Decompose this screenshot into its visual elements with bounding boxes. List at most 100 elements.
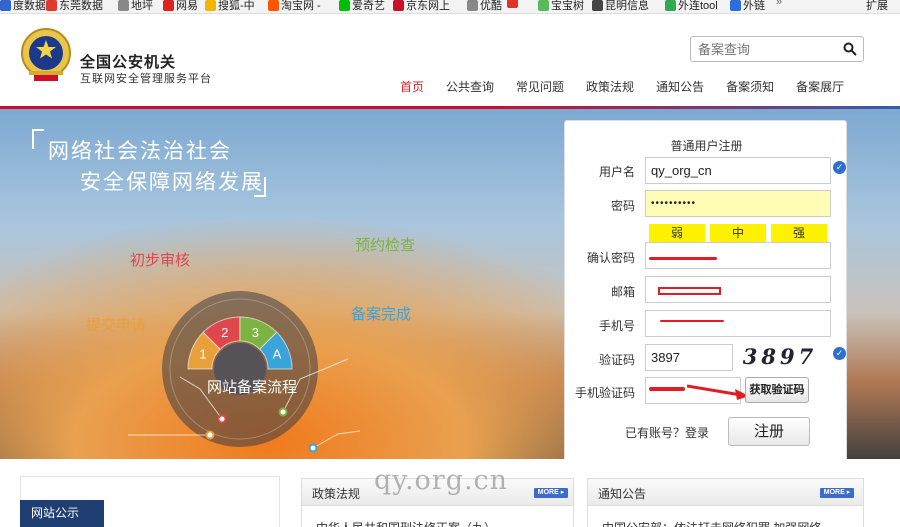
bookmarks-bar: 度数据 东莞数据 地坪 网易 搜狐-中 淘宝网 - 爱奇艺 京东网上 优酷 宝宝树 昆明信息 外连to… [0, 0, 900, 14]
policy-item[interactable]: 中华人民共和国刑法修正案（九） [316, 519, 566, 527]
bookmark-label: 爱奇艺 [352, 0, 385, 12]
bookmark-item[interactable]: 网易 [163, 0, 198, 13]
username-label: 用户名 [598, 165, 635, 179]
strength-medium: 中 [710, 224, 766, 242]
policy-more-button[interactable]: MORE ▸ [534, 488, 568, 498]
bookmark-label: 优酷 [480, 0, 502, 12]
main-nav: 首页 公共查询 常见问题 政策法规 通知公告 备案须知 备案展厅 [400, 78, 866, 95]
nav-home[interactable]: 首页 [400, 78, 424, 95]
flow-leader-dot [205, 430, 215, 440]
username-valid-icon: ✓ [833, 161, 846, 174]
flow-stage-label: 备案完成 [351, 306, 412, 323]
strength-weak: 弱 [649, 224, 705, 242]
redacted-mark [649, 257, 717, 260]
bookmark-favicon-icon [205, 0, 216, 11]
bookmark-label: 淘宝网 - [281, 0, 321, 12]
bookmark-label: 度数据 [13, 0, 46, 12]
notice-title: 通知公告 [598, 487, 647, 501]
bookmark-favicon-icon [268, 0, 279, 11]
search-input[interactable] [691, 37, 831, 61]
redacted-mark [649, 387, 685, 391]
record-search-box[interactable] [690, 36, 864, 62]
bookmarks-overflow-icon[interactable]: » [776, 0, 782, 8]
phone-label: 手机号 [598, 319, 635, 333]
register-button[interactable]: 注册 [728, 417, 810, 446]
bookmark-item[interactable] [507, 0, 520, 8]
notice-more-button[interactable]: MORE ▸ [820, 488, 854, 498]
flow-stage-number: 3 [252, 325, 259, 340]
nav-faq[interactable]: 常见问题 [516, 78, 564, 95]
bookmark-item[interactable]: 外链 [730, 0, 765, 13]
email-label: 邮箱 [610, 285, 635, 299]
flow-leader-dot [217, 414, 227, 424]
extensions-button[interactable]: 扩展 [866, 0, 888, 13]
nav-notices[interactable]: 通知公告 [656, 78, 704, 95]
bookmark-item[interactable]: 宝宝树 [538, 0, 584, 13]
site-header: 全国公安机关 互联网安全管理服务平台 首页 公共查询 常见问题 政策法规 通知公… [0, 14, 900, 106]
bookmark-item[interactable]: 淘宝网 - [268, 0, 321, 13]
register-title: 普通用户注册 [670, 139, 743, 153]
bookmark-label: 网易 [176, 0, 198, 12]
bookmark-label: 搜狐-中 [218, 0, 255, 12]
sms-code-label: 手机验证码 [574, 386, 635, 400]
bookmark-favicon-icon [538, 0, 549, 11]
nav-policy[interactable]: 政策法规 [586, 78, 634, 95]
flow-stage-number: A [273, 347, 282, 362]
bookmark-item[interactable]: 搜狐-中 [205, 0, 255, 13]
bookmark-favicon-icon [339, 0, 350, 11]
phone-field[interactable] [645, 310, 831, 337]
nav-filing-gallery[interactable]: 备案展厅 [796, 78, 844, 95]
flow-stage-label: 预约检查 [355, 237, 416, 254]
confirm-password-field[interactable] [645, 242, 831, 269]
flow-leader-dot [278, 407, 288, 417]
search-icon[interactable] [843, 42, 857, 56]
bookmark-label: 昆明信息 [605, 0, 649, 12]
slogan-line-2: 安全保障网络发展 [80, 171, 264, 194]
flow-leader-dot [308, 443, 318, 453]
get-sms-code-button[interactable]: 获取验证码 [745, 377, 809, 403]
bookmark-item[interactable]: 京东网上 [393, 0, 450, 13]
bookmark-favicon-icon [730, 0, 741, 11]
redacted-mark [660, 320, 724, 322]
bookmark-favicon-icon [592, 0, 603, 11]
login-link[interactable]: 已有账号？登录 [625, 424, 709, 441]
strength-strong: 强 [771, 224, 827, 242]
username-field[interactable]: qy_org_cn [645, 157, 831, 184]
flow-title: 网站备案流程 [207, 379, 298, 396]
flow-stage-number: 2 [221, 325, 228, 340]
org-subtitle: 互联网安全管理服务平台 [80, 73, 212, 85]
captcha-image[interactable]: 3897 [741, 344, 819, 370]
bookmark-label: 宝宝树 [551, 0, 584, 12]
police-emblem-icon [21, 28, 71, 81]
register-panel: 普通用户注册 用户名 qy_org_cn ✓ 密码 •••••••••• 弱 中… [564, 120, 847, 466]
bookmark-favicon-icon [163, 0, 174, 11]
bookmark-item[interactable]: 昆明信息 [592, 0, 649, 13]
bookmark-item[interactable]: 度数据 [0, 0, 46, 13]
slogan-line-1: 网络社会法治社会 [48, 140, 232, 163]
password-field[interactable]: •••••••••• [645, 190, 831, 217]
captcha-label: 验证码 [598, 353, 635, 367]
notice-box: 通知公告 MORE ▸ 中国公安部：依法打击网络犯罪 加强网络 [587, 478, 864, 527]
bookmark-favicon-icon [467, 0, 478, 11]
bookmark-item[interactable]: 东莞数据 [46, 0, 103, 13]
notice-item[interactable]: 中国公安部：依法打击网络犯罪 加强网络 [602, 519, 852, 527]
org-title: 全国公安机关 [80, 54, 177, 71]
bookmark-item[interactable]: 外连tool [665, 0, 718, 13]
tab-site-notice[interactable]: 网站公示 [20, 500, 104, 527]
nav-filing-guide[interactable]: 备案须知 [726, 78, 774, 95]
bookmark-item[interactable]: 优酷 [467, 0, 502, 13]
bookmark-favicon-icon [665, 0, 676, 11]
bookmark-label: 东莞数据 [59, 0, 103, 12]
slogan-bracket-close [254, 177, 266, 197]
captcha-field[interactable]: 3897 [645, 344, 733, 371]
bookmark-label: 地坪 [131, 0, 153, 12]
bookmark-label: 外连tool [678, 0, 718, 12]
bookmark-label: 外链 [743, 0, 765, 12]
flow-stage-number: 1 [199, 347, 206, 362]
nav-public-query[interactable]: 公共查询 [446, 78, 494, 95]
bookmark-favicon-icon [118, 0, 129, 11]
bookmark-item[interactable]: 爱奇艺 [339, 0, 385, 13]
bookmark-favicon-icon [46, 0, 57, 11]
bookmark-item[interactable]: 地坪 [118, 0, 153, 13]
bookmark-favicon-icon [507, 0, 518, 8]
